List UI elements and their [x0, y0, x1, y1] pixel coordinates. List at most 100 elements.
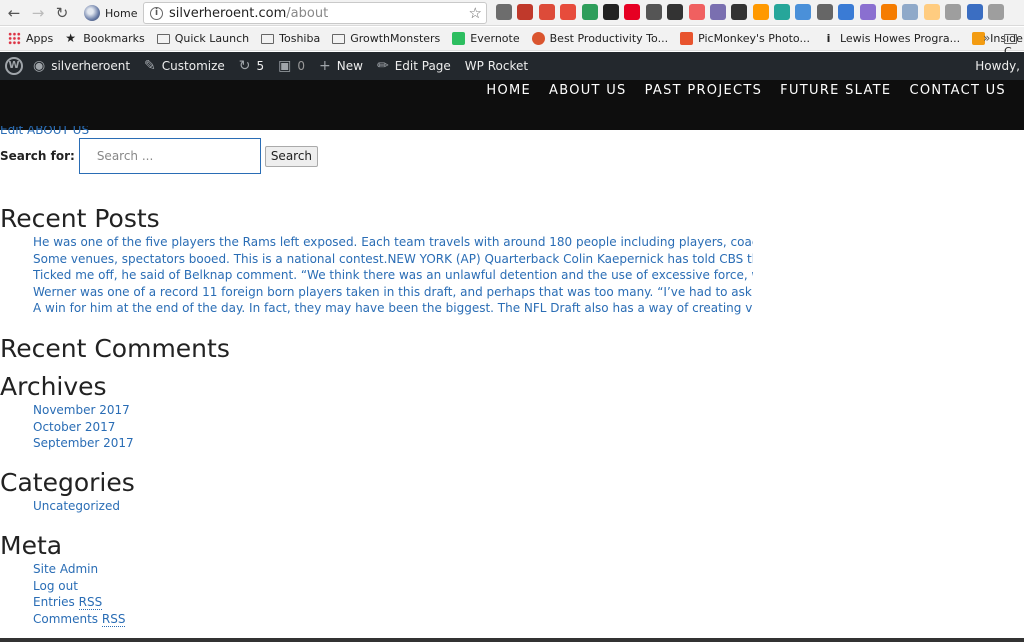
bookmark-item[interactable]: ★ Bookmarks [65, 32, 144, 46]
extension-icon[interactable] [945, 4, 962, 20]
extension-icon[interactable] [816, 4, 833, 20]
customize-label: Customize [161, 59, 225, 73]
apps-icon [8, 32, 21, 45]
log-out-link[interactable]: Log out [33, 579, 78, 593]
bookmark-item[interactable]: Apps [8, 32, 53, 45]
site-admin-link[interactable]: Site Admin [33, 562, 98, 576]
nav-item-past-projects[interactable]: PAST PROJECTS [645, 83, 763, 98]
home-tab[interactable]: Home [84, 3, 137, 23]
forward-arrow-icon[interactable]: → [28, 3, 48, 23]
extension-icon[interactable] [602, 4, 619, 20]
wordpress-logo-icon[interactable]: W [5, 57, 23, 75]
bookmarks-overflow-icon[interactable]: » [983, 31, 990, 45]
extension-icon[interactable] [731, 4, 748, 20]
extension-icon[interactable] [774, 4, 791, 20]
extension-icon[interactable] [881, 4, 898, 20]
extension-icon[interactable] [496, 4, 512, 20]
bookmark-item[interactable]: GrowthMonsters [332, 32, 440, 45]
extension-icon[interactable] [581, 4, 598, 20]
list-item: Uncategorized [33, 498, 753, 515]
comment-bubble-icon: ▣ [278, 58, 292, 74]
url-path: /about [286, 5, 329, 21]
list-link[interactable]: Werner was one of a record 11 foreign bo… [33, 285, 752, 299]
bookmark-label: PicMonkey's Photo... [698, 32, 810, 45]
extension-icon[interactable] [624, 4, 641, 20]
edit-breadcrumb-link[interactable]: Edit ABOUT US [0, 126, 1024, 136]
list-link[interactable]: November 2017 [33, 403, 130, 417]
nav-item-future-slate[interactable]: FUTURE SLATE [780, 83, 891, 98]
bookmark-item[interactable]: PicMonkey's Photo... [680, 32, 810, 45]
bookmark-star-icon[interactable]: ☆ [469, 4, 482, 22]
bookmark-label: Apps [26, 32, 54, 45]
window-bottom-edge [0, 638, 1024, 642]
new-label: New [336, 59, 363, 73]
tab-label: Home [105, 6, 138, 20]
list-link[interactable]: He was one of the five players the Rams … [33, 235, 753, 249]
nav-item-home[interactable]: HOME [486, 83, 531, 98]
howdy-account-link[interactable]: Howdy, [975, 59, 1020, 73]
extension-icon[interactable] [966, 4, 983, 20]
search-button[interactable]: Search [264, 145, 319, 167]
edit-page-link[interactable]: ✏ Edit Page [377, 58, 451, 74]
comments-link[interactable]: ▣ 0 [278, 58, 305, 74]
extension-icon[interactable] [838, 4, 855, 20]
reload-icon[interactable]: ↻ [52, 3, 72, 23]
entries-label: Entries [33, 595, 75, 610]
bookmark-label: Toshiba [279, 32, 321, 45]
rss-abbr: RSS [78, 595, 103, 611]
list-item: He was one of the five players the Rams … [33, 234, 753, 251]
comments-rss-link[interactable]: Comments RSS [33, 611, 126, 627]
extension-icon[interactable] [709, 4, 726, 20]
extension-icon[interactable] [902, 4, 919, 20]
extension-icon[interactable] [645, 4, 662, 20]
comments-label: Comments [33, 611, 99, 626]
product-hunt-icon [531, 32, 545, 45]
folder-icon [261, 33, 275, 44]
extensions-row [496, 4, 1009, 20]
bookmark-label: Lewis Howes Progra... [839, 32, 961, 45]
extension-icon[interactable] [688, 4, 705, 20]
extension-icon[interactable] [517, 4, 534, 20]
entries-rss-link[interactable]: Entries RSS [33, 595, 103, 611]
list-link[interactable]: Ticked me off, he said of Belknap commen… [33, 268, 753, 282]
list-link[interactable]: September 2017 [33, 436, 134, 450]
extension-icon[interactable] [923, 4, 940, 20]
extension-icon[interactable] [987, 4, 1004, 20]
customize-link[interactable]: ✎ Customize [144, 58, 225, 74]
extension-icon[interactable] [859, 4, 876, 20]
list-link[interactable]: Some venues, spectators booed. This is a… [33, 252, 753, 266]
info-icon[interactable]: i [150, 6, 163, 20]
bookmark-item[interactable]: Best Productivity To... [531, 32, 668, 45]
site-name-link[interactable]: ◉ silverheroent [33, 58, 130, 74]
bookmark-item[interactable]: Evernote [452, 32, 520, 45]
edit-page-label: Edit Page [394, 59, 451, 73]
updates-link[interactable]: ↻ 5 [239, 58, 264, 74]
address-bar[interactable]: i silverheroent.com/about ☆ [143, 2, 487, 24]
site-header: HOME ABOUT US PAST PROJECTS FUTURE SLATE CON… [0, 80, 1024, 130]
bookmark-item[interactable]: i Lewis Howes Progra... [822, 32, 961, 45]
list-item: Ticked me off, he said of Belknap commen… [33, 267, 753, 284]
archives-title: Archives [0, 372, 107, 401]
wp-rocket-link[interactable]: WP Rocket [465, 59, 528, 73]
meta-widget: Meta Site Admin Log out Entries RSS Comm… [0, 531, 753, 627]
nav-item-contact-us[interactable]: CONTACT US [909, 83, 1006, 98]
rss-abbr: RSS [101, 611, 126, 627]
extension-icon[interactable] [538, 4, 555, 20]
bookmark-item[interactable]: Toshiba [261, 32, 320, 45]
bookmark-item[interactable]: Quick Launch [156, 32, 249, 45]
picmonkey-icon [680, 32, 694, 45]
updates-count: 5 [256, 59, 265, 73]
extension-icon[interactable] [752, 4, 769, 20]
new-content-link[interactable]: + New [319, 58, 363, 74]
search-input[interactable] [78, 138, 261, 174]
nav-item-about-us[interactable]: ABOUT US [549, 83, 627, 98]
list-link[interactable]: October 2017 [33, 420, 115, 434]
list-link[interactable]: Uncategorized [33, 499, 120, 513]
main-navigation: HOME ABOUT US PAST PROJECTS FUTURE SLATE CON… [468, 83, 1006, 98]
back-arrow-icon[interactable]: ← [4, 3, 24, 23]
recent-posts-list: He was one of the five players the Rams … [0, 234, 753, 317]
extension-icon[interactable] [667, 4, 684, 20]
list-link[interactable]: A win for him at the end of the day. In … [33, 301, 752, 315]
extension-icon[interactable] [795, 4, 812, 20]
extension-icon[interactable] [560, 4, 577, 20]
